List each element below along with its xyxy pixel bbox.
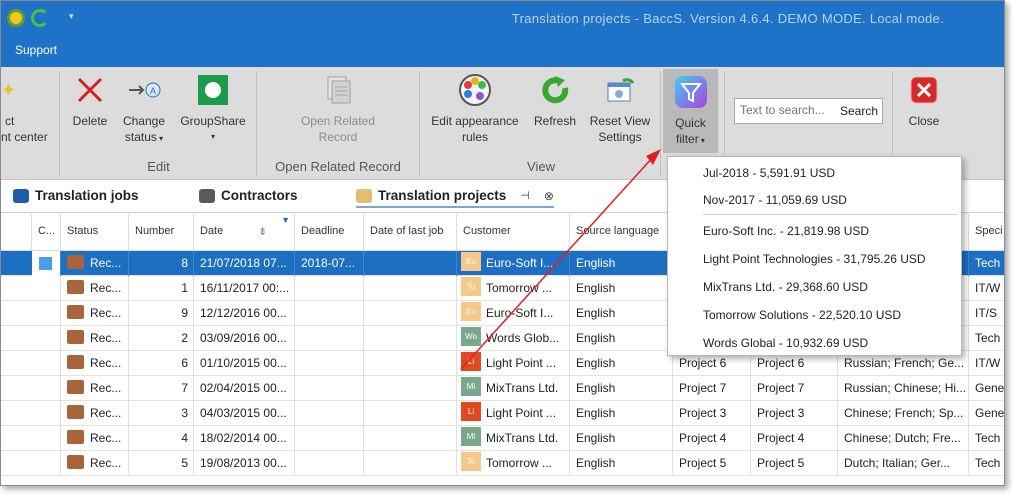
filter-option[interactable]: Words Global - 10,932.69 USD xyxy=(703,336,868,350)
filter-option[interactable]: Light Point Technologies - 31,795.26 USD xyxy=(703,252,926,266)
app-window: ▾ Translation projects - BaccS. Version … xyxy=(0,0,1005,486)
filter-option[interactable]: Tomorrow Solutions - 22,520.10 USD xyxy=(703,308,901,322)
filter-option[interactable]: Jul-2018 - 5,591.91 USD xyxy=(703,166,835,180)
filter-option[interactable]: Nov-2017 - 11,059.69 USD xyxy=(703,193,847,207)
quick-filter-popup: Jul-2018 - 5,591.91 USD Nov-2017 - 11,05… xyxy=(667,156,962,356)
filter-option[interactable]: MixTrans Ltd. - 29,368.60 USD xyxy=(703,280,868,294)
popup-separator xyxy=(703,214,957,215)
filter-option[interactable]: Euro-Soft Inc. - 21,819.98 USD xyxy=(703,224,869,238)
